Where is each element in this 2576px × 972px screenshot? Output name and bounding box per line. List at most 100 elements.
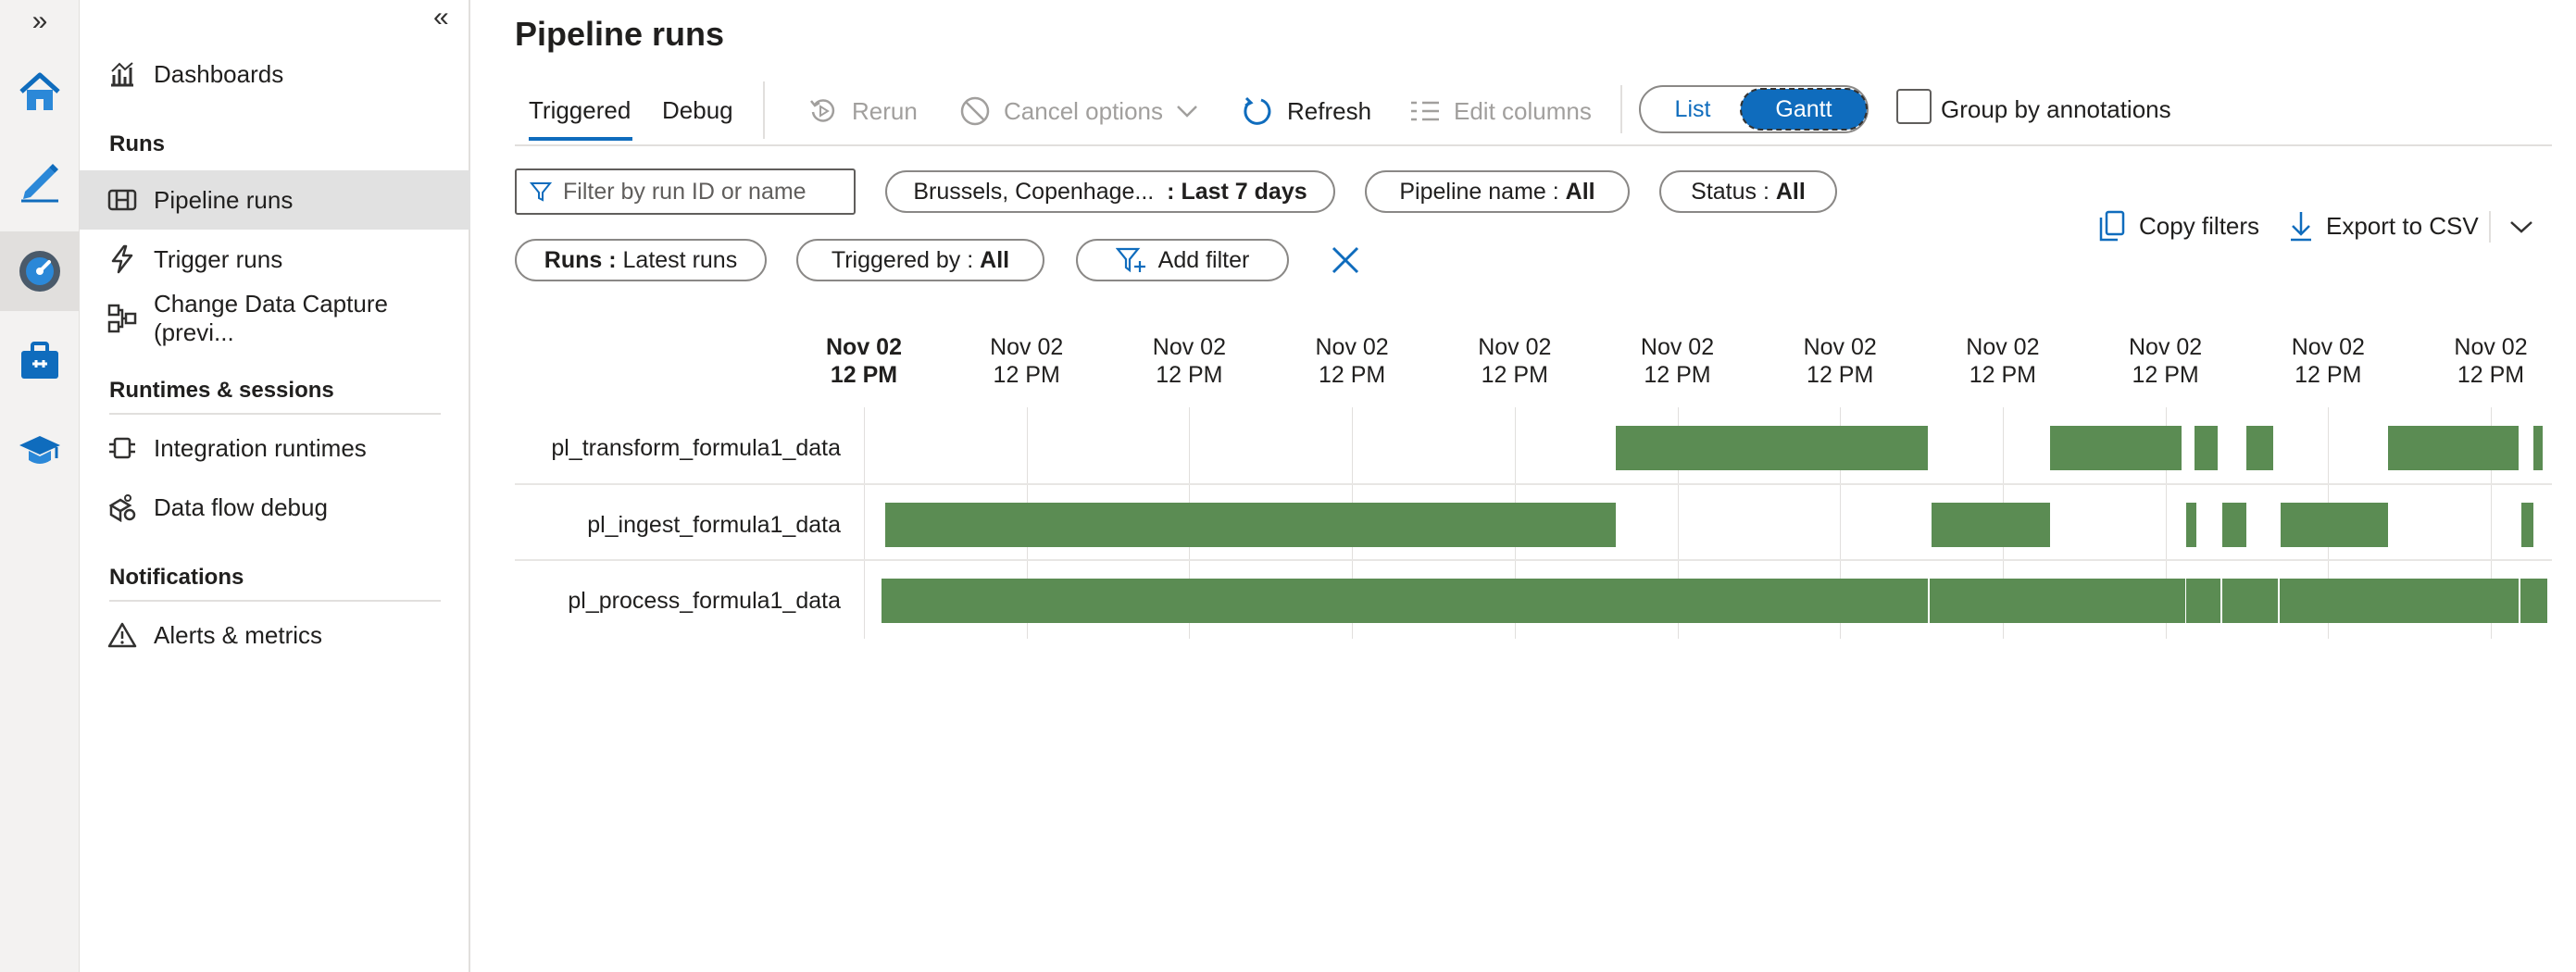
close-icon bbox=[1332, 246, 1359, 274]
download-arrow-icon bbox=[2289, 210, 2313, 242]
export-csv-label: Export to CSV bbox=[2326, 211, 2479, 240]
clear-filters-button[interactable] bbox=[1330, 244, 1361, 276]
list-label: List bbox=[1674, 95, 1711, 122]
tick-time: 12 PM bbox=[1156, 362, 1223, 388]
pipeline-name-filter-pill[interactable]: Pipeline name : All bbox=[1365, 170, 1630, 213]
rerun-label: Rerun bbox=[852, 96, 918, 125]
learning-hat-icon bbox=[19, 436, 60, 464]
copy-filters-button[interactable]: Copy filters bbox=[2098, 206, 2259, 246]
double-chevron-left-icon: « bbox=[433, 2, 449, 32]
author-button[interactable] bbox=[0, 139, 80, 218]
group-by-annotations-checkbox[interactable] bbox=[1896, 89, 1932, 124]
pill-label: Triggered by : bbox=[831, 246, 974, 273]
x-tick-label: Nov 02 12 PM bbox=[2254, 333, 2402, 389]
run-bar[interactable] bbox=[2246, 426, 2273, 470]
run-bar[interactable] bbox=[2186, 503, 2196, 547]
list-view-button[interactable]: List bbox=[1641, 87, 1744, 131]
row-label: pl_process_formula1_data bbox=[568, 588, 841, 614]
divider bbox=[1620, 85, 1622, 133]
nav-item-trigger-runs[interactable]: Trigger runs bbox=[80, 230, 470, 289]
cancel-options-button[interactable]: Cancel options bbox=[959, 89, 1211, 133]
nav-item-pipeline-runs[interactable]: Pipeline runs bbox=[80, 170, 470, 230]
x-tick-label: Nov 02 12 PM bbox=[1604, 333, 1752, 389]
row-divider bbox=[515, 483, 2552, 485]
expand-rail-button[interactable]: » bbox=[0, 0, 80, 43]
nav-item-label: Integration runtimes bbox=[154, 433, 367, 462]
collapse-nav-button[interactable]: « bbox=[433, 2, 449, 33]
nav-item-label: Pipeline runs bbox=[154, 185, 294, 214]
tick-date: Nov 02 bbox=[2454, 334, 2528, 360]
rerun-button[interactable]: Rerun bbox=[807, 89, 918, 133]
tick-date: Nov 02 bbox=[1152, 334, 1226, 360]
edit-columns-button[interactable]: Edit columns bbox=[1409, 89, 1592, 133]
run-bar[interactable] bbox=[2388, 426, 2519, 470]
nav-item-integration-runtimes[interactable]: Integration runtimes bbox=[80, 418, 470, 478]
run-bar[interactable] bbox=[2186, 579, 2221, 623]
x-tick-label: Nov 02 12 PM bbox=[1278, 333, 1426, 389]
rerun-icon bbox=[807, 95, 839, 127]
run-bar[interactable] bbox=[1931, 503, 2050, 547]
home-button[interactable] bbox=[0, 52, 80, 131]
divider bbox=[109, 600, 441, 602]
left-rail: » bbox=[0, 0, 80, 972]
add-filter-button[interactable]: Add filter bbox=[1076, 239, 1289, 281]
copy-icon bbox=[2098, 210, 2126, 242]
search-input[interactable] bbox=[561, 177, 839, 206]
gantt-view-button[interactable]: Gantt bbox=[1740, 88, 1868, 131]
filter-icon bbox=[530, 181, 552, 203]
run-bar[interactable] bbox=[2222, 503, 2247, 547]
run-bar[interactable] bbox=[2532, 426, 2544, 470]
divider bbox=[2489, 211, 2491, 243]
tick-date: Nov 02 bbox=[1315, 334, 1389, 360]
manage-button[interactable] bbox=[0, 320, 80, 400]
integration-runtime-icon bbox=[107, 433, 137, 463]
copy-filters-label: Copy filters bbox=[2139, 211, 2260, 240]
run-bar[interactable] bbox=[1929, 579, 2185, 623]
tab-triggered[interactable]: Triggered bbox=[529, 96, 631, 125]
tick-time: 12 PM bbox=[1969, 362, 2037, 388]
tab-debug[interactable]: Debug bbox=[662, 96, 733, 125]
tab-label: Triggered bbox=[529, 96, 631, 124]
triggered-by-filter-pill[interactable]: Triggered by : All bbox=[796, 239, 1044, 281]
time-range-value: : Last 7 days bbox=[1167, 178, 1307, 205]
export-csv-button[interactable]: Export to CSV bbox=[2289, 206, 2479, 246]
time-range-filter-pill[interactable]: Brussels, Copenhage... : Last 7 days bbox=[885, 170, 1335, 213]
run-bar[interactable] bbox=[2281, 503, 2389, 547]
nav-item-data-flow-debug[interactable]: Data flow debug bbox=[80, 478, 470, 537]
run-bar[interactable] bbox=[2520, 579, 2548, 623]
more-options-button[interactable] bbox=[2506, 213, 2537, 241]
run-bar[interactable] bbox=[2049, 426, 2182, 470]
cancel-options-label: Cancel options bbox=[1004, 96, 1163, 125]
section-heading-notifications: Notifications bbox=[109, 565, 244, 590]
warning-triangle-icon bbox=[107, 620, 137, 650]
run-bar[interactable] bbox=[2279, 579, 2519, 623]
run-bar[interactable] bbox=[882, 579, 1929, 623]
tick-time: 12 PM bbox=[830, 362, 898, 388]
run-bar[interactable] bbox=[2195, 426, 2218, 470]
status-filter-pill[interactable]: Status : All bbox=[1659, 170, 1837, 213]
runs-filter-pill[interactable]: Runs : Latest runs bbox=[515, 239, 767, 281]
run-bar[interactable] bbox=[1615, 426, 1929, 470]
tick-time: 12 PM bbox=[2295, 362, 2362, 388]
learning-button[interactable] bbox=[0, 409, 80, 489]
run-bar[interactable] bbox=[2521, 503, 2533, 547]
tick-date: Nov 02 bbox=[2291, 334, 2365, 360]
home-icon bbox=[19, 72, 60, 110]
run-bar[interactable] bbox=[2222, 579, 2278, 623]
refresh-button[interactable]: Refresh bbox=[1241, 89, 1371, 133]
search-filter-field[interactable] bbox=[515, 168, 856, 215]
monitor-button[interactable] bbox=[0, 231, 80, 311]
x-tick-label: Nov 02 12 PM bbox=[2092, 333, 2240, 389]
run-bar[interactable] bbox=[884, 503, 1616, 547]
nav-item-dashboards[interactable]: Dashboards bbox=[80, 44, 470, 104]
tick-time: 12 PM bbox=[1318, 362, 1386, 388]
nav-item-change-data-capture[interactable]: Change Data Capture (previ... bbox=[80, 289, 470, 348]
view-toggle: List Gantt bbox=[1639, 85, 1869, 133]
x-tick-label: Nov 02 12 PM bbox=[1766, 333, 1914, 389]
tick-time: 12 PM bbox=[993, 362, 1060, 388]
tick-time: 12 PM bbox=[1807, 362, 1874, 388]
tick-date: Nov 02 bbox=[2128, 334, 2203, 360]
nav-item-alerts-metrics[interactable]: Alerts & metrics bbox=[80, 605, 470, 665]
section-heading-runtimes: Runtimes & sessions bbox=[109, 378, 334, 403]
manage-toolbox-icon bbox=[21, 342, 58, 379]
